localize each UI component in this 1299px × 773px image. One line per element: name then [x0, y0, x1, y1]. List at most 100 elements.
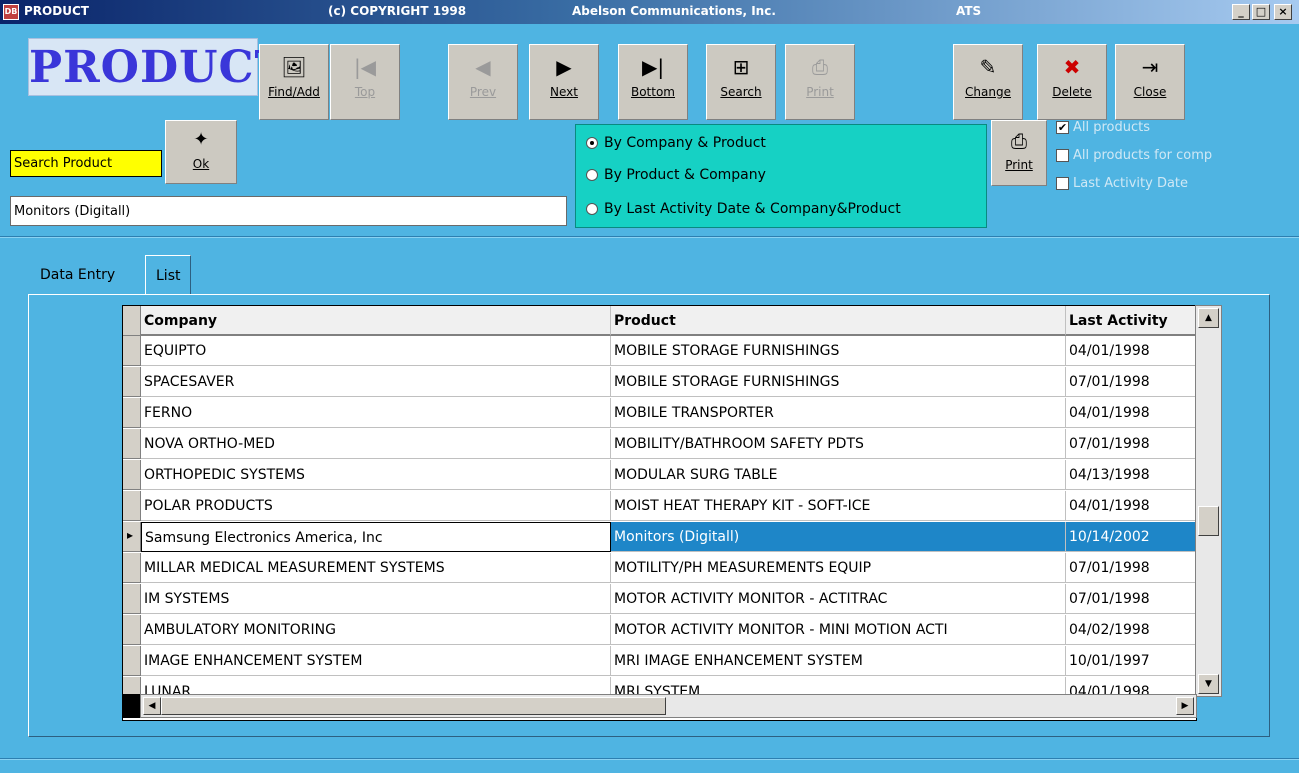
sort-by-product-company[interactable]: By Product & Company — [586, 167, 766, 183]
table-row[interactable]: POLAR PRODUCTS MOIST HEAT THERAPY KIT - S… — [123, 491, 1196, 521]
table-row[interactable]: Samsung Electronics America, IncMonitors… — [123, 522, 1196, 552]
horizontal-scrollbar[interactable]: ◀ ▶ — [140, 694, 1197, 718]
sort-options-panel: By Company & Product By Product & Compan… — [575, 124, 987, 228]
table-row[interactable]: SPACESAVER MOBILE STORAGE FURNISHINGS 07/0… — [123, 367, 1196, 397]
last-activity-cell[interactable]: 04/02/1998 — [1066, 615, 1196, 645]
company-cell[interactable]: EQUIPTO — [141, 336, 611, 366]
checkbox-icon[interactable] — [1056, 177, 1069, 190]
horizontal-scroll-thumb[interactable] — [161, 697, 666, 715]
column-header-last-activity[interactable]: Last Activity — [1066, 306, 1196, 336]
last-activity-cell[interactable]: 10/01/1997 — [1066, 646, 1196, 676]
last-activity-cell[interactable]: 10/14/2002 — [1066, 522, 1196, 552]
company-cell[interactable]: SPACESAVER — [141, 367, 611, 397]
all-products-checkbox[interactable]: ✔ All products — [1056, 120, 1150, 135]
last-activity-cell[interactable]: 04/01/1998 — [1066, 491, 1196, 521]
radio-icon[interactable] — [586, 169, 598, 181]
table-row[interactable]: FERNO MOBILE TRANSPORTER 04/01/1998 — [123, 398, 1196, 428]
product-list-grid[interactable]: Company Product Last Activity EQUIPTO MOB… — [122, 305, 1197, 721]
company-cell[interactable]: NOVA ORTHO-MED — [141, 429, 611, 459]
product-cell[interactable]: Monitors (Digitall) — [611, 522, 1066, 552]
divider — [0, 236, 1299, 238]
scroll-left-icon[interactable]: ◀ — [143, 697, 161, 715]
row-selector[interactable] — [123, 398, 141, 428]
minimize-button[interactable]: _ — [1232, 4, 1250, 20]
radio-icon[interactable] — [586, 203, 598, 215]
row-selector[interactable] — [123, 336, 141, 366]
bottom-button[interactable]: ▶| Bottom — [618, 44, 688, 120]
checkbox-icon[interactable] — [1056, 149, 1069, 162]
row-selector[interactable] — [123, 584, 141, 614]
scroll-right-icon[interactable]: ▶ — [1176, 697, 1194, 715]
product-cell[interactable]: MOBILE TRANSPORTER — [611, 398, 1066, 428]
maximize-button[interactable]: □ — [1252, 4, 1270, 20]
row-selector[interactable] — [123, 522, 141, 552]
last-activity-date-checkbox[interactable]: Last Activity Date — [1056, 176, 1188, 191]
last-activity-cell[interactable]: 04/01/1998 — [1066, 398, 1196, 428]
product-cell[interactable]: MOBILE STORAGE FURNISHINGS — [611, 367, 1066, 397]
column-header-company[interactable]: Company — [141, 306, 611, 336]
column-header-product[interactable]: Product — [611, 306, 1066, 336]
all-products-for-comp-checkbox[interactable]: All products for comp — [1056, 148, 1212, 163]
last-activity-cell[interactable]: 07/01/1998 — [1066, 429, 1196, 459]
row-selector[interactable] — [123, 615, 141, 645]
table-row[interactable]: ORTHOPEDIC SYSTEMS MODULAR SURG TABLE 04/1… — [123, 460, 1196, 490]
product-cell[interactable]: MRI IMAGE ENHANCEMENT SYSTEM — [611, 646, 1066, 676]
top-button[interactable]: |◀ Top — [330, 44, 400, 120]
product-cell[interactable]: MODULAR SURG TABLE — [611, 460, 1066, 490]
company-cell[interactable]: AMBULATORY MONITORING — [141, 615, 611, 645]
row-selector[interactable] — [123, 367, 141, 397]
product-cell[interactable]: MOTOR ACTIVITY MONITOR - ACTITRAC — [611, 584, 1066, 614]
vertical-scrollbar[interactable]: ▲ ▼ — [1195, 305, 1222, 697]
product-cell[interactable]: MOBILE STORAGE FURNISHINGS — [611, 336, 1066, 366]
row-selector[interactable] — [123, 491, 141, 521]
table-row[interactable]: NOVA ORTHO-MED MOBILITY/BATHROOM SAFETY P… — [123, 429, 1196, 459]
checkbox-checked-icon[interactable]: ✔ — [1056, 121, 1069, 134]
last-activity-cell[interactable]: 04/13/1998 — [1066, 460, 1196, 490]
company-cell[interactable]: IMAGE ENHANCEMENT SYSTEM — [141, 646, 611, 676]
close-window-button[interactable]: × — [1274, 4, 1292, 20]
table-row[interactable]: EQUIPTO MOBILE STORAGE FURNISHINGS 04/01/1… — [123, 336, 1196, 366]
print-toolbar-button[interactable]: ⎙ Print — [785, 44, 855, 120]
tab-list[interactable]: List — [145, 255, 192, 295]
row-selector[interactable] — [123, 429, 141, 459]
scroll-up-icon[interactable]: ▲ — [1198, 308, 1219, 328]
close-button[interactable]: ⇥ Close — [1115, 44, 1185, 120]
delete-button[interactable]: ✖ Delete — [1037, 44, 1107, 120]
find-add-button[interactable]: 🖼 Find/Add — [259, 44, 329, 120]
row-selector[interactable] — [123, 460, 141, 490]
last-activity-cell[interactable]: 07/01/1998 — [1066, 584, 1196, 614]
last-activity-cell[interactable]: 07/01/1998 — [1066, 553, 1196, 583]
print-button[interactable]: ⎙ Print — [991, 120, 1047, 186]
sort-by-last-activity[interactable]: By Last Activity Date & Company&Product — [586, 201, 901, 217]
product-cell[interactable]: MOBILITY/BATHROOM SAFETY PDTS — [611, 429, 1066, 459]
table-row[interactable]: IMAGE ENHANCEMENT SYSTEM MRI IMAGE ENHANC… — [123, 646, 1196, 676]
search-input[interactable] — [10, 196, 567, 226]
last-activity-cell[interactable]: 07/01/1998 — [1066, 367, 1196, 397]
company-cell[interactable]: FERNO — [141, 398, 611, 428]
sort-by-company-product[interactable]: By Company & Product — [586, 135, 766, 151]
next-button[interactable]: ▶ Next — [529, 44, 599, 120]
ok-button[interactable]: ✦ Ok — [165, 120, 237, 184]
company-cell[interactable]: POLAR PRODUCTS — [141, 491, 611, 521]
tab-data-entry[interactable]: Data Entry — [30, 255, 125, 295]
row-selector[interactable] — [123, 553, 141, 583]
product-cell[interactable]: MOTOR ACTIVITY MONITOR - MINI MOTION ACT… — [611, 615, 1066, 645]
table-row[interactable]: AMBULATORY MONITORING MOTOR ACTIVITY MONI… — [123, 615, 1196, 645]
row-selector[interactable] — [123, 646, 141, 676]
company-cell[interactable]: IM SYSTEMS — [141, 584, 611, 614]
app-icon[interactable]: DB — [3, 4, 19, 20]
company-cell[interactable]: Samsung Electronics America, Inc — [141, 522, 611, 552]
vertical-scroll-thumb[interactable] — [1198, 506, 1219, 536]
change-button[interactable]: ✎ Change — [953, 44, 1023, 120]
last-activity-cell[interactable]: 04/01/1998 — [1066, 336, 1196, 366]
table-row[interactable]: IM SYSTEMS MOTOR ACTIVITY MONITOR - ACTIT… — [123, 584, 1196, 614]
prev-button[interactable]: ◀ Prev — [448, 44, 518, 120]
product-cell[interactable]: MOTILITY/PH MEASUREMENTS EQUIP — [611, 553, 1066, 583]
company-cell[interactable]: MILLAR MEDICAL MEASUREMENT SYSTEMS — [141, 553, 611, 583]
company-cell[interactable]: ORTHOPEDIC SYSTEMS — [141, 460, 611, 490]
scroll-down-icon[interactable]: ▼ — [1198, 674, 1219, 694]
product-cell[interactable]: MOIST HEAT THERAPY KIT - SOFT-ICE — [611, 491, 1066, 521]
search-button[interactable]: ⊞ Search — [706, 44, 776, 120]
radio-selected-icon[interactable] — [586, 137, 598, 149]
table-row[interactable]: MILLAR MEDICAL MEASUREMENT SYSTEMS MOTILI… — [123, 553, 1196, 583]
